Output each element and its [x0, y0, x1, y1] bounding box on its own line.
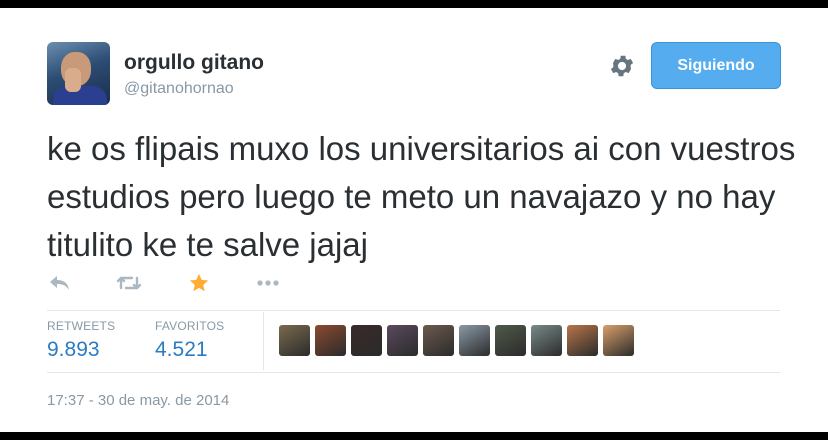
- favoriter-avatar[interactable]: [459, 325, 490, 356]
- top-edge-bar: [0, 0, 828, 8]
- following-button[interactable]: Siguiendo: [651, 42, 781, 89]
- retweet-icon[interactable]: [116, 270, 142, 296]
- retweets-count[interactable]: 9.893: [47, 338, 100, 362]
- divider-bottom: [47, 372, 780, 373]
- favoriter-avatar[interactable]: [387, 325, 418, 356]
- favoriters-avatars: [279, 325, 634, 356]
- favoriter-avatar[interactable]: [531, 325, 562, 356]
- favorite-star-icon[interactable]: [186, 270, 212, 296]
- reply-icon[interactable]: [47, 270, 73, 296]
- user-display-name[interactable]: orgullo gitano: [124, 51, 264, 75]
- more-dots-icon[interactable]: [255, 270, 281, 296]
- favoriter-avatar[interactable]: [423, 325, 454, 356]
- favorites-label: FAVORITOS: [155, 319, 225, 333]
- tweet-actions-bar: [47, 268, 281, 298]
- favoriter-avatar[interactable]: [279, 325, 310, 356]
- retweets-label: RETWEETS: [47, 319, 116, 333]
- favoriter-avatar[interactable]: [495, 325, 526, 356]
- favoriter-avatar[interactable]: [603, 325, 634, 356]
- favoriter-avatar[interactable]: [567, 325, 598, 356]
- user-handle[interactable]: @gitanohornao: [124, 80, 234, 98]
- favoriter-avatar[interactable]: [315, 325, 346, 356]
- tweet-text: ke os flipais muxo los universitarios ai…: [47, 130, 796, 263]
- bottom-edge-bar: [0, 432, 828, 440]
- stats-separator: [263, 312, 264, 370]
- avatar-hand: [65, 68, 81, 92]
- user-avatar[interactable]: [47, 42, 110, 105]
- favorites-count[interactable]: 4.521: [155, 338, 208, 362]
- gear-icon[interactable]: [608, 52, 636, 80]
- divider-top: [47, 310, 780, 311]
- tweet-timestamp[interactable]: 17:37 - 30 de may. de 2014: [47, 392, 229, 409]
- favoriter-avatar[interactable]: [351, 325, 382, 356]
